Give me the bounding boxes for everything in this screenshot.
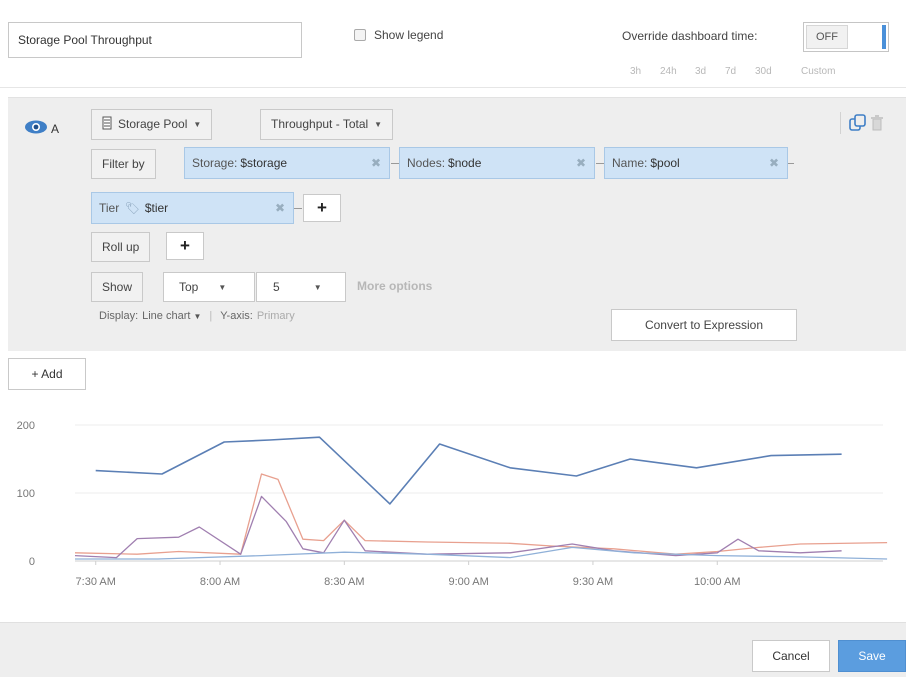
time-range-30d: 30d xyxy=(755,66,772,77)
filter-chip-nodes[interactable]: Nodes: $node ✖ xyxy=(399,147,595,179)
display-label: Display: xyxy=(99,310,139,322)
filter-value: $node xyxy=(448,156,482,170)
query-side-actions xyxy=(840,112,890,134)
roll-up-label: Roll up xyxy=(102,240,140,254)
time-range-options: 3h 24h 3d 7d 30d Custom xyxy=(630,66,835,77)
header-divider xyxy=(0,87,906,88)
yaxis-label: Y-axis: xyxy=(220,310,253,322)
save-button[interactable]: Save xyxy=(838,640,906,672)
x-tick-label: 7:30 AM xyxy=(76,576,116,588)
x-tick-label: 8:00 AM xyxy=(200,576,240,588)
show-mode-dropdown[interactable]: Top ▼ xyxy=(163,272,255,302)
divider xyxy=(596,163,604,164)
close-icon[interactable]: ✖ xyxy=(576,148,586,178)
filter-chip-name[interactable]: Name: $pool ✖ xyxy=(604,147,788,179)
filter-by-button: Filter by xyxy=(91,149,156,179)
chevron-down-icon: ▼ xyxy=(193,119,202,129)
trash-icon[interactable] xyxy=(871,115,883,131)
divider xyxy=(788,163,794,164)
toggle-state-label: OFF xyxy=(806,25,848,49)
override-time-label: Override dashboard time: xyxy=(622,29,758,43)
show-mode-value: Top xyxy=(179,280,199,294)
filter-key: Name: xyxy=(612,156,648,170)
override-time-toggle[interactable]: OFF xyxy=(803,22,889,52)
display-options-row: Display: Line chart ▼ | Y-axis: Primary xyxy=(99,310,295,322)
time-range-24h: 24h xyxy=(660,66,677,77)
close-icon[interactable]: ✖ xyxy=(275,193,285,223)
object-type-label: Storage Pool xyxy=(118,117,188,131)
close-icon[interactable]: ✖ xyxy=(371,148,381,178)
object-type-dropdown[interactable]: Storage Pool ▼ xyxy=(91,109,213,140)
show-button: Show xyxy=(91,272,144,302)
filter-value: $pool xyxy=(650,156,680,170)
add-filter-button[interactable]: + xyxy=(303,194,341,222)
chevron-down-icon: ▼ xyxy=(218,282,227,292)
more-options-link[interactable]: More options xyxy=(357,279,432,293)
filter-value: $storage xyxy=(240,156,288,170)
y-tick-label: 0 xyxy=(29,556,35,568)
show-count-value: 5 xyxy=(273,280,280,294)
add-roll-up-button[interactable]: + xyxy=(166,232,204,260)
line-chart: 0 100 200 7:30 AM 8:00 AM 8:30 AM 9:00 AM 9:30 … xyxy=(17,420,888,588)
chevron-down-icon: ▼ xyxy=(374,119,383,129)
filter-key: Nodes: xyxy=(407,156,446,170)
divider: | xyxy=(209,310,213,322)
show-legend-toggle[interactable]: Show legend xyxy=(354,28,443,42)
y-tick-label: 200 xyxy=(17,420,35,432)
x-tick-label: 9:00 AM xyxy=(448,576,488,588)
x-tick-label: 8:30 AM xyxy=(324,576,364,588)
filter-value: $tier xyxy=(144,201,169,215)
show-legend-label: Show legend xyxy=(374,28,444,42)
widget-title-input[interactable]: Storage Pool Throughput xyxy=(8,22,302,58)
convert-to-expression-button[interactable]: Convert to Expression xyxy=(611,309,797,341)
roll-up-button: Roll up xyxy=(91,232,151,262)
show-label: Show xyxy=(102,280,133,294)
metric-label: Throughput - Total xyxy=(271,117,369,131)
time-range-custom: Custom xyxy=(801,66,836,77)
series-line-3 xyxy=(74,495,842,559)
query-letter: A xyxy=(51,122,60,136)
show-count-dropdown[interactable]: 5 ▼ xyxy=(256,272,346,302)
time-range-3d: 3d xyxy=(695,66,707,77)
filter-key: Tier xyxy=(99,201,120,215)
toggle-rail xyxy=(882,25,886,49)
chevron-down-icon: ▼ xyxy=(313,282,322,292)
cancel-button[interactable]: Cancel xyxy=(752,640,830,672)
metric-dropdown[interactable]: Throughput - Total ▼ xyxy=(260,109,394,140)
tag-icon: 🏷 xyxy=(124,201,140,215)
x-tick-label: 10:00 AM xyxy=(694,576,740,588)
series-line-1 xyxy=(95,436,842,505)
show-legend-checkbox[interactable] xyxy=(354,29,366,41)
eye-icon[interactable] xyxy=(24,119,48,135)
filter-chip-storage[interactable]: Storage: $storage ✖ xyxy=(184,147,390,179)
yaxis-dropdown[interactable]: Primary xyxy=(257,310,295,322)
x-tick-label: 9:30 AM xyxy=(573,576,613,588)
divider xyxy=(294,208,302,209)
time-range-7d: 7d xyxy=(725,66,737,77)
series-line-2 xyxy=(74,473,888,555)
close-icon[interactable]: ✖ xyxy=(769,148,779,178)
y-tick-label: 100 xyxy=(17,488,35,500)
filter-chip-tier[interactable]: Tier 🏷 $tier ✖ xyxy=(91,192,294,224)
filter-by-label: Filter by xyxy=(102,157,145,171)
display-type-dropdown[interactable]: Line chart ▼ xyxy=(142,310,201,322)
filter-key: Storage: xyxy=(192,156,238,170)
add-query-button[interactable]: + Add xyxy=(8,358,86,390)
duplicate-icon[interactable] xyxy=(849,114,867,132)
time-range-3h: 3h xyxy=(630,66,642,77)
storage-pool-icon xyxy=(102,116,112,130)
divider xyxy=(391,163,399,164)
